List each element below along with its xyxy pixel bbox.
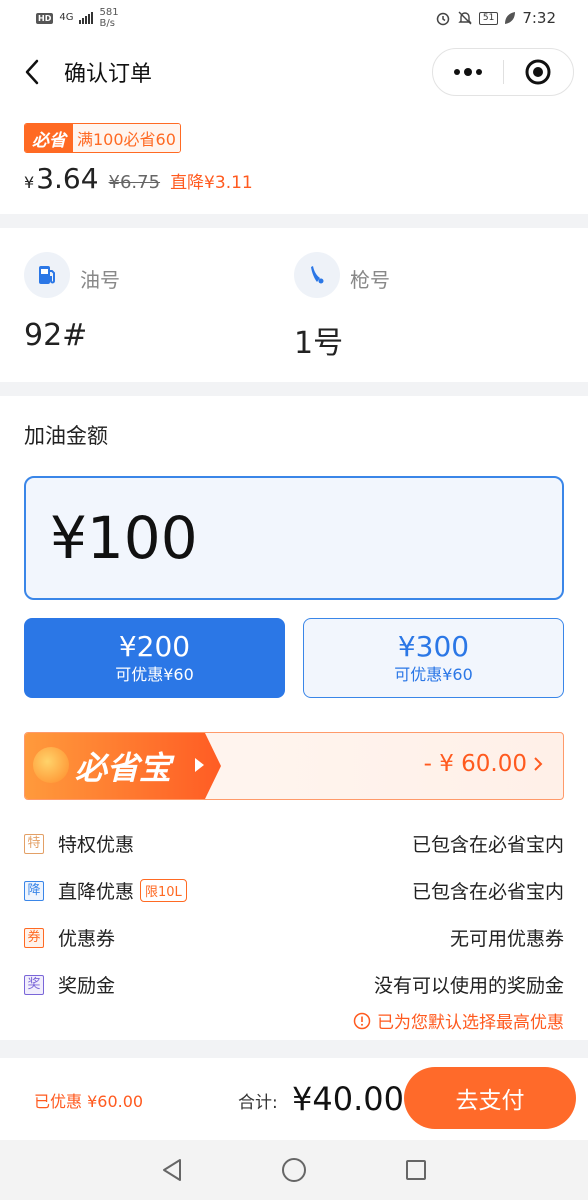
original-price: ¥6.75 <box>108 172 161 193</box>
benefit-value: 已包含在必省宝内 <box>411 881 564 903</box>
mute-icon <box>458 11 472 25</box>
page-title: 确认订单 <box>64 62 153 87</box>
saved-amount: 已优惠 ¥60.00 <box>34 1092 144 1111</box>
nav-home-icon <box>282 1158 306 1182</box>
status-left: HD 4G 581 B/s <box>36 7 119 29</box>
current-price-value: 3.64 <box>36 162 99 195</box>
speed-value: 581 <box>99 7 119 18</box>
quick-amount-200[interactable]: ¥200 可优惠¥60 <box>24 618 285 698</box>
price-cut: 直降¥3.11 <box>170 173 253 193</box>
price-row: ¥3.64 ¥6.75 直降¥3.11 <box>24 162 253 195</box>
limit-badge: 限10L <box>140 879 187 902</box>
oil-gun-label: 枪号 <box>350 268 390 292</box>
oil-grade-value: 92# <box>24 318 88 353</box>
quick-amount-discount: 可优惠¥60 <box>115 665 194 684</box>
more-dots-icon <box>453 68 482 76</box>
bishengbao-discount: - ¥ 60.00 <box>424 751 543 777</box>
coupon-tag-icon: 券 <box>24 927 44 948</box>
total-amount: ¥40.00 <box>292 1080 404 1118</box>
nav-header: 确认订单 <box>0 36 588 108</box>
nav-recents-icon <box>406 1160 426 1180</box>
back-button[interactable] <box>0 36 64 108</box>
back-arrow-icon <box>25 59 39 85</box>
benefit-label: 特权优惠 <box>58 834 135 856</box>
best-discount-text: 已为您默认选择最高优惠 <box>377 1013 564 1033</box>
privilege-tag-icon: 特 <box>24 833 44 854</box>
speed-unit: B/s <box>99 18 115 29</box>
quick-amount-value: ¥300 <box>397 630 470 663</box>
oil-gun[interactable]: 枪号 1号 <box>294 252 390 361</box>
coin-icon <box>33 747 69 783</box>
amount-card: 加油金额 ¥100 ¥200 可优惠¥60 ¥300 可优惠¥60 必省宝 - … <box>0 396 588 1040</box>
status-bar: HD 4G 581 B/s 51 7:32 <box>0 0 588 36</box>
network-type: 4G <box>59 12 74 23</box>
promo-badge: 必省 满100必省60 <box>24 123 181 153</box>
leaf-icon <box>505 12 516 24</box>
quick-amount-300[interactable]: ¥300 可优惠¥60 <box>303 618 564 698</box>
current-price: ¥3.64 <box>24 162 99 195</box>
fuel-nozzle-icon <box>294 252 340 298</box>
system-nav-bar <box>0 1140 588 1200</box>
benefit-list: 特 特权优惠 已包含在必省宝内 降 直降优惠 限10L 已包含在必省宝内 券 优… <box>24 820 564 1008</box>
fuel-pump-icon <box>24 252 70 298</box>
nav-home-button[interactable] <box>281 1157 307 1183</box>
promo-logo: 必省 <box>25 124 73 152</box>
direct-cut-tag-icon: 降 <box>24 880 44 901</box>
target-close-icon <box>525 59 551 85</box>
benefit-row-direct-cut[interactable]: 降 直降优惠 限10L 已包含在必省宝内 <box>24 867 564 914</box>
benefit-label: 奖励金 <box>58 975 116 997</box>
pay-button[interactable]: 去支付 <box>404 1067 576 1129</box>
nav-back-button[interactable] <box>159 1157 185 1183</box>
amount-input[interactable]: ¥100 <box>24 476 564 600</box>
info-icon <box>353 1012 371 1029</box>
quick-amount-discount: 可优惠¥60 <box>394 665 473 684</box>
benefit-value: 没有可以使用的奖励金 <box>373 975 564 997</box>
benefit-row-reward[interactable]: 奖 奖励金 没有可以使用的奖励金 <box>24 961 564 1008</box>
nav-back-icon <box>163 1159 181 1181</box>
benefit-row-coupon[interactable]: 券 优惠券 无可用优惠券 <box>24 914 564 961</box>
total-label: 合计: <box>238 1093 278 1113</box>
battery-icon: 51 <box>478 11 499 25</box>
hd-icon: HD <box>36 12 54 24</box>
play-triangle-icon <box>195 758 204 772</box>
price-card: 必省 满100必省60 ¥3.64 ¥6.75 直降¥3.11 <box>0 108 588 214</box>
best-discount-note: 已为您默认选择最高优惠 <box>353 1008 564 1033</box>
oil-info-card: 油号 92# 枪号 1号 <box>0 228 588 382</box>
reward-tag-icon: 奖 <box>24 974 44 995</box>
bishengbao-banner[interactable]: 必省宝 - ¥ 60.00 <box>24 732 564 800</box>
amount-title: 加油金额 <box>24 424 108 448</box>
quick-amount-value: ¥200 <box>118 630 191 663</box>
currency-symbol: ¥ <box>24 173 35 192</box>
promo-text: 满100必省60 <box>73 124 180 152</box>
bishengbao-discount-value: - ¥ 60.00 <box>423 751 527 777</box>
benefit-label: 直降优惠 <box>58 881 135 903</box>
oil-grade-label: 油号 <box>80 268 120 292</box>
benefit-value: 已包含在必省宝内 <box>411 834 564 856</box>
benefit-value: 无可用优惠券 <box>449 928 564 950</box>
chevron-right-icon <box>534 757 543 771</box>
benefit-row-privilege[interactable]: 特 特权优惠 已包含在必省宝内 <box>24 820 564 867</box>
status-right: 51 7:32 <box>435 9 556 27</box>
oil-gun-value: 1号 <box>294 326 344 361</box>
alarm-icon <box>436 12 450 26</box>
more-button[interactable] <box>433 49 503 95</box>
miniprogram-capsule <box>432 48 574 96</box>
network-speed: 581 B/s <box>99 7 118 29</box>
benefit-label: 优惠券 <box>58 928 116 950</box>
clock: 7:32 <box>522 9 556 27</box>
close-miniprogram-button[interactable] <box>504 49 574 95</box>
oil-grade[interactable]: 油号 92# <box>24 252 120 353</box>
signal-icon <box>79 12 94 24</box>
nav-recents-button[interactable] <box>403 1157 429 1183</box>
checkout-bar: 已优惠 ¥60.00 合计: ¥40.00 去支付 <box>0 1058 588 1140</box>
